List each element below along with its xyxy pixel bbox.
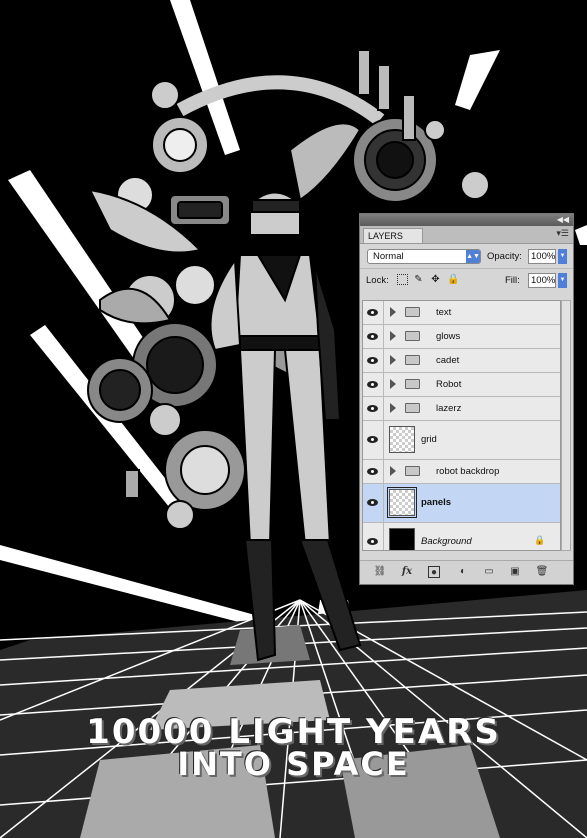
lock-transparent-icon[interactable] [397,274,408,285]
eye-icon [367,356,378,364]
folder-icon [405,403,420,413]
opacity-input[interactable]: 100% [528,249,556,264]
expand-arrow-icon[interactable] [390,403,396,413]
layer-row-lazerz[interactable]: lazerz [363,397,560,421]
panel-titlebar[interactable]: ◀◀ [360,214,573,226]
folder-icon [405,307,420,317]
lock-row: Lock: ✎ ✥ 🔒 Fill: 100% ▼ [360,268,573,291]
layers-panel: ◀◀ LAYERS ▾☰ Normal ▲▼ Opacity: 100% ▼ L… [359,213,574,585]
expand-arrow-icon[interactable] [390,355,396,365]
visibility-toggle[interactable] [363,484,384,522]
fill-input[interactable]: 100% [528,273,556,288]
link-icon[interactable]: ⛓ [373,566,387,578]
visibility-toggle[interactable] [363,460,384,483]
expand-arrow-icon[interactable] [390,466,396,476]
folder-icon [405,331,420,341]
layer-row-glows[interactable]: glows [363,325,560,349]
adjustment-icon[interactable]: ◐ [456,566,470,578]
expand-arrow-icon[interactable] [390,307,396,317]
layer-name: panels [421,497,452,508]
panel-tabbar: LAYERS ▾☰ [360,226,573,244]
visibility-toggle[interactable] [363,421,384,459]
move-icon[interactable]: ✥ [430,274,441,285]
expand-arrow-icon[interactable] [390,331,396,341]
layer-name: lazerz [436,403,462,414]
layer-list: text glows cadet Robot lazerz grid robot… [362,300,561,551]
brush-icon[interactable]: ✎ [413,274,424,285]
layer-name: grid [421,434,437,445]
scrollbar[interactable] [561,300,571,551]
chevron-updown-icon: ▲▼ [466,250,480,263]
layer-row-robot[interactable]: Robot [363,373,560,397]
panel-footer: ⛓ fx ● ◐ ▭ ▣ 🗑 [360,560,573,584]
layer-row-robot-backdrop[interactable]: robot backdrop [363,460,560,484]
collapse-icon[interactable]: ◀◀ [557,215,569,224]
mask-icon[interactable]: ● [428,566,440,578]
visibility-toggle[interactable] [363,349,384,372]
fill-dropdown-button[interactable]: ▼ [558,273,567,288]
eye-icon [367,308,378,316]
folder-icon [405,379,420,389]
panel-menu-icon[interactable]: ▾☰ [556,228,569,239]
layer-row-grid[interactable]: grid [363,421,560,460]
eye-icon [367,404,378,412]
layer-row-cadet[interactable]: cadet [363,349,560,373]
tab-layers[interactable]: LAYERS [363,228,423,243]
lock-label: Lock: [366,275,389,286]
eye-icon [367,436,378,443]
layer-thumbnail [389,528,415,550]
blend-mode-value: Normal [373,251,404,262]
expand-arrow-icon[interactable] [390,379,396,389]
folder-icon [405,466,420,476]
eye-icon [367,467,378,475]
opacity-label: Opacity: [487,251,522,262]
blend-row: Normal ▲▼ Opacity: 100% ▼ [360,244,573,268]
folder-icon [405,355,420,365]
layer-row-background[interactable]: Background 🔒 [363,523,560,550]
eye-icon [367,538,378,545]
poster-title-line2: INTO SPACE [177,745,410,783]
fill-label: Fill: [505,275,520,286]
eye-icon [367,380,378,388]
visibility-toggle[interactable] [363,373,384,396]
layer-name: Robot [436,379,462,390]
visibility-toggle[interactable] [363,325,384,348]
lock-icon: 🔒 [534,535,546,545]
blend-mode-select[interactable]: Normal ▲▼ [367,249,481,264]
visibility-toggle[interactable] [363,523,384,550]
eye-icon [367,499,378,506]
layer-name: text [436,307,452,318]
layer-name: robot backdrop [436,466,500,477]
opacity-dropdown-button[interactable]: ▼ [558,249,567,264]
folder-icon[interactable]: ▭ [482,566,496,578]
fx-icon[interactable]: fx [400,566,414,578]
new-layer-icon[interactable]: ▣ [508,566,522,578]
layer-thumbnail [387,487,417,518]
layer-name: cadet [436,355,460,366]
layer-row-text[interactable]: text [363,301,560,325]
eye-icon [367,332,378,340]
lock-icon[interactable]: 🔒 [447,274,459,285]
layer-thumbnail [389,426,415,453]
visibility-toggle[interactable] [363,397,384,420]
layer-name: Background [421,536,472,547]
trash-icon[interactable]: 🗑 [535,566,549,578]
layer-name: glows [436,331,461,342]
visibility-toggle[interactable] [363,301,384,324]
layer-row-panels[interactable]: panels [363,484,560,523]
